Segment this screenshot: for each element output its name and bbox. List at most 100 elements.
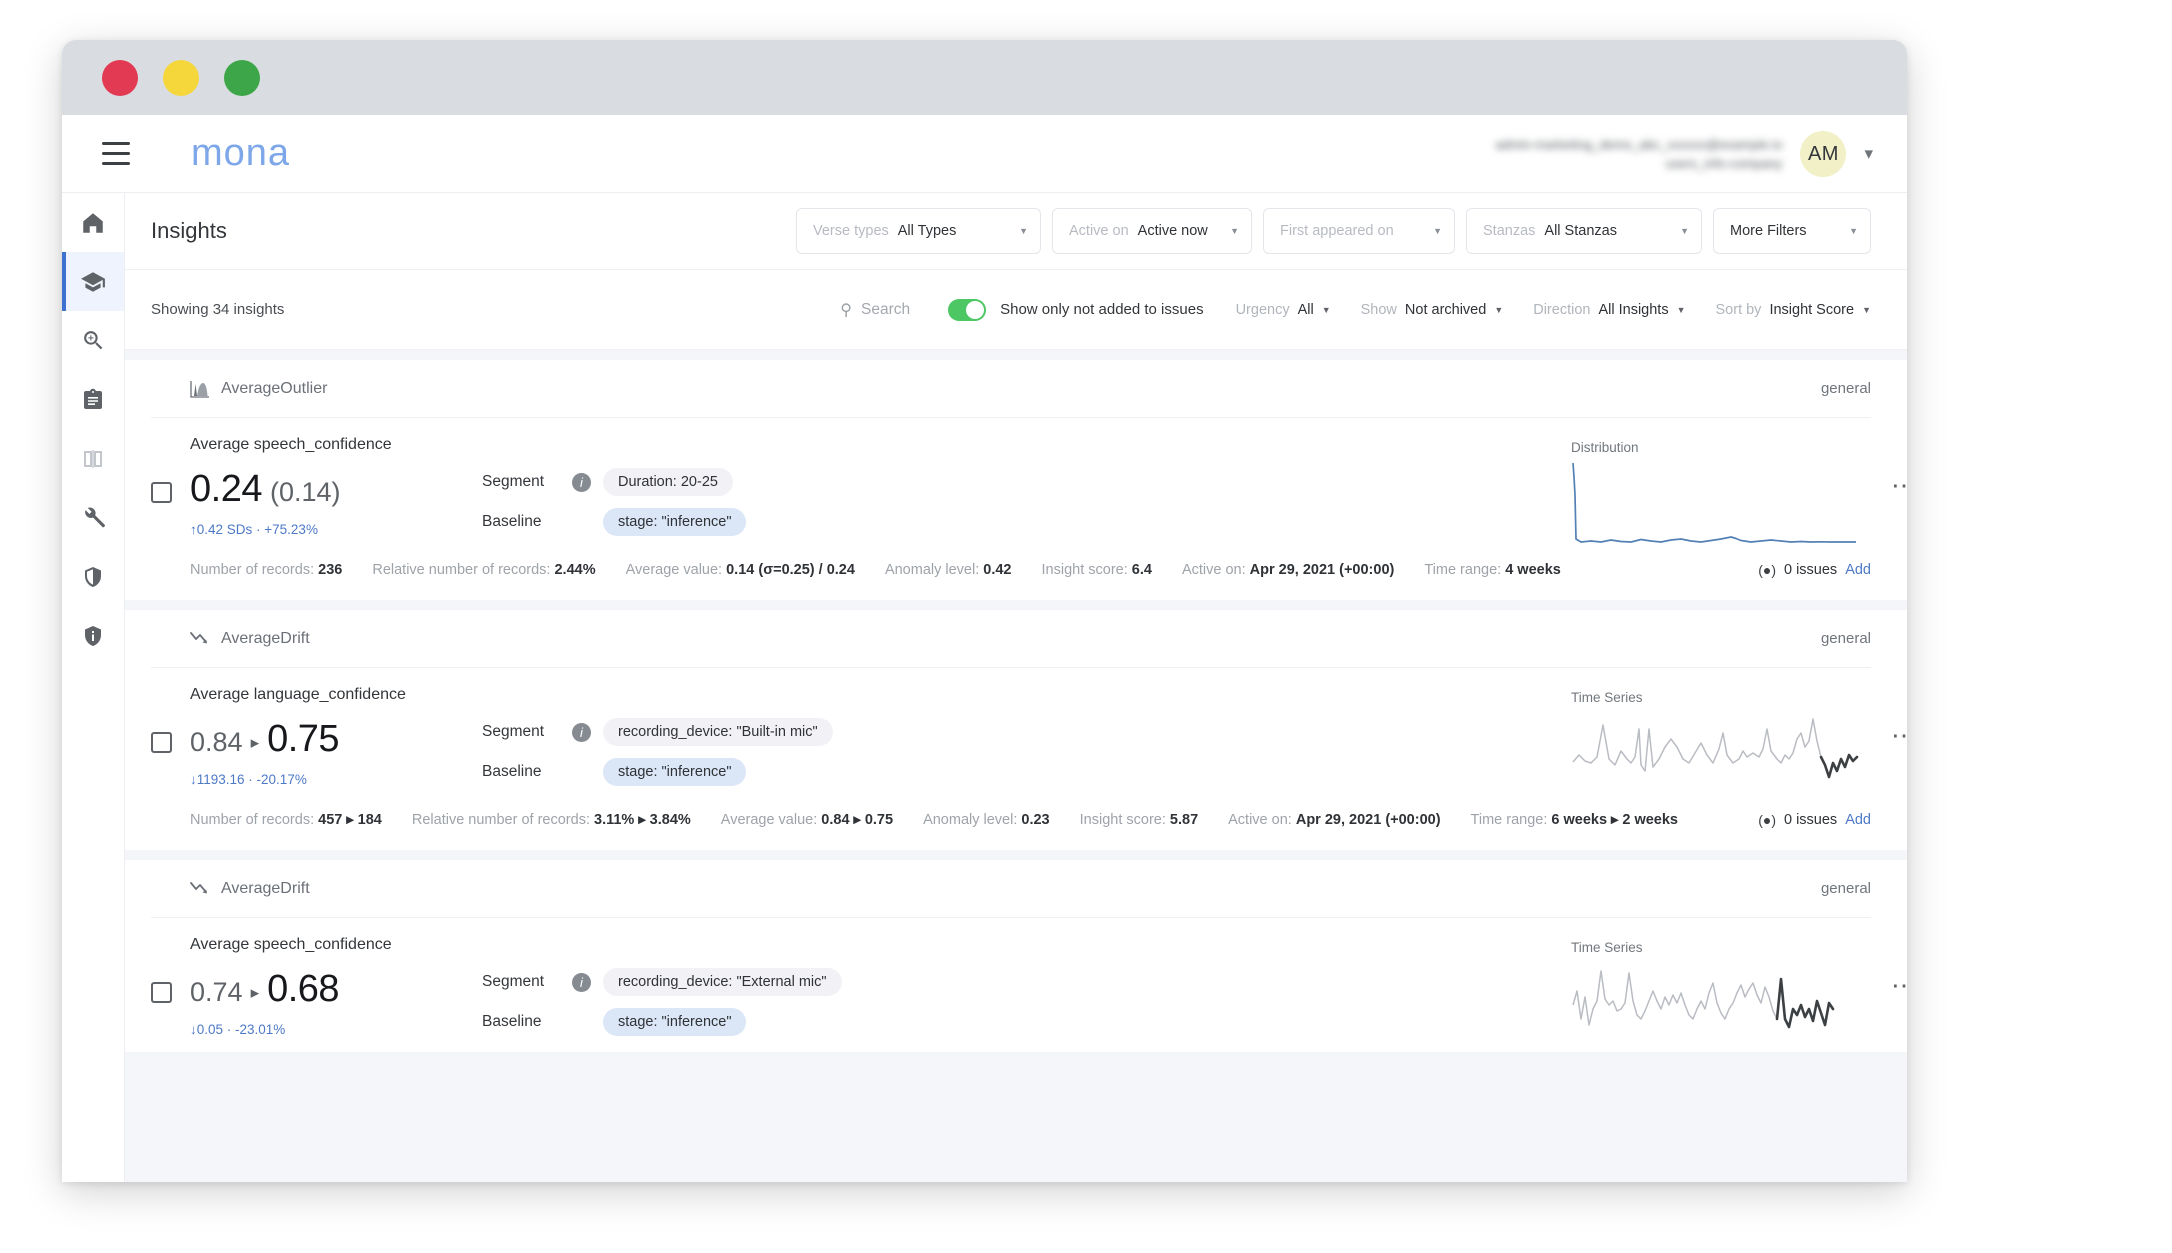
more-options-icon[interactable]: ⋯ [1891, 722, 1907, 748]
user-account-name-line2: users_info-company [1665, 156, 1783, 171]
insight-type: AverageDrift [190, 630, 310, 648]
baseline-label: Baseline [482, 763, 542, 780]
insight-select-checkbox[interactable] [151, 982, 172, 1003]
toggle-switch[interactable] [948, 298, 987, 321]
insight-value-primary: 0.68 [267, 968, 340, 1010]
avatar[interactable]: AM [1800, 131, 1847, 177]
maximize-window-button[interactable] [224, 59, 260, 96]
app-header: mona admin-marketing_demo_abc_xxxxxx@exa… [62, 115, 1907, 193]
insight-chart[interactable]: Time Series ⋯ [1571, 936, 1907, 1037]
insight-delta-text: 0.42 SDs · +75.23% [196, 522, 318, 537]
insight-select-checkbox[interactable] [151, 732, 172, 753]
sidebar-item-about[interactable] [62, 606, 124, 665]
info-icon[interactable]: i [572, 472, 591, 492]
segment-chip[interactable]: recording_device: "External mic" [603, 968, 842, 996]
stat-insight-score: Insight score: 6.4 [1041, 562, 1152, 578]
filter-active-on[interactable]: Active on Active now ▼ [1052, 208, 1252, 254]
insight-card-header: AverageDrift general [151, 610, 1871, 668]
stat-time-range: Time range: 4 weeks [1424, 562, 1561, 578]
wrench-icon [84, 507, 105, 528]
insight-metric-title: Average speech_confidence [190, 436, 392, 453]
issue-dot-icon: (●) [1758, 812, 1776, 828]
minimize-window-button[interactable] [163, 59, 199, 96]
compare-icon [84, 449, 102, 468]
insight-segment-row: Segment i recording_device: "Built-in mi… [482, 718, 833, 746]
urgency-label: Urgency [1235, 301, 1290, 318]
filter-first-appeared-on[interactable]: First appeared on ▼ [1263, 208, 1455, 254]
insight-select-checkbox[interactable] [151, 482, 172, 503]
list-spacer [125, 600, 1907, 610]
direction-select[interactable]: Direction All Insights ▼ [1533, 302, 1685, 318]
insight-card[interactable]: AverageOutlier general Average speech_co… [125, 360, 1907, 600]
window-right-fill [1907, 48, 2162, 1182]
filter-verse-types-label: Verse types [813, 223, 889, 239]
insight-segment-row: Segment i Duration: 20-25 [482, 468, 802, 496]
filter-stanzas[interactable]: Stanzas All Stanzas ▼ [1466, 208, 1702, 254]
sidebar-item-home[interactable] [62, 193, 124, 252]
stat-relative-number-of-records: Relative number of records: 2.44% [372, 562, 596, 578]
insight-metric-values: 0.74 ▸ 0.68 [190, 968, 482, 1011]
info-icon[interactable]: i [572, 722, 591, 742]
app-body: Insights Verse types All Types ▼ Active … [62, 193, 1907, 1182]
filter-stanzas-label: Stanzas [1483, 223, 1536, 239]
segment-chip[interactable]: recording_device: "Built-in mic" [603, 718, 833, 746]
insight-card[interactable]: AverageDrift general Average language_co… [125, 610, 1907, 850]
insight-baseline-row: Baseline stage: "inference" [482, 758, 802, 786]
insight-metric-values: 0.84 ▸ 0.75 [190, 718, 482, 761]
sidebar-item-investigation[interactable] [62, 311, 124, 370]
segment-label: Segment [482, 973, 545, 990]
sidebar-item-security[interactable] [62, 547, 124, 606]
baseline-chip[interactable]: stage: "inference" [603, 758, 747, 786]
trend-down-icon [190, 881, 207, 893]
show-select[interactable]: Show Not archived ▼ [1361, 302, 1504, 318]
hamburger-menu-icon[interactable] [87, 125, 145, 183]
insight-chart[interactable]: Distribution ⋯ [1571, 436, 1907, 547]
sidebar-item-reports[interactable] [62, 370, 124, 429]
insight-value-previous: 0.84 [190, 727, 243, 757]
filter-verse-types[interactable]: Verse types All Types ▼ [796, 208, 1041, 254]
more-options-icon[interactable]: ⋯ [1891, 972, 1907, 998]
add-to-issue-link[interactable]: Add [1845, 562, 1871, 578]
arrow-right-icon: ▸ [250, 733, 260, 752]
more-options-icon[interactable]: ⋯ [1891, 472, 1907, 498]
show-only-not-added-toggle[interactable]: Show only not added to issues [948, 298, 1204, 321]
sidebar-rail [62, 193, 125, 1182]
info-icon[interactable]: i [572, 972, 591, 992]
sidebar-item-insights[interactable] [62, 252, 124, 311]
urgency-select[interactable]: Urgency All ▼ [1236, 302, 1331, 318]
issue-dot-icon: (●) [1758, 562, 1776, 578]
search-placeholder: Search [860, 300, 911, 318]
clipboard-icon [84, 388, 102, 409]
show-label: Show [1360, 301, 1397, 318]
baseline-chip[interactable]: stage: "inference" [603, 1008, 747, 1036]
insight-segment-block: Segment i recording_device: "Built-in mi… [482, 718, 833, 798]
insight-chart-caption: Distribution [1571, 440, 1639, 455]
insight-chart[interactable]: Time Series ⋯ [1571, 686, 1907, 785]
insights-list[interactable]: AverageOutlier general Average speech_co… [125, 350, 1907, 1182]
histogram-icon [190, 380, 209, 398]
user-account-area[interactable]: admin-marketing_demo_abc_xxxxxx@example.… [1495, 115, 1877, 193]
sort-by-select[interactable]: Sort by Insight Score ▼ [1716, 302, 1872, 318]
sidebar-item-configuration[interactable] [62, 488, 124, 547]
insight-tag: general [1820, 380, 1871, 397]
chevron-down-icon[interactable]: ▾ [1864, 144, 1873, 164]
insight-card[interactable]: AverageDrift general Average speech_conf… [125, 860, 1907, 1052]
insight-metric-values: 0.24 (0.14) [190, 468, 482, 511]
insight-value-primary: 0.24 [190, 468, 262, 510]
window-titlebar [62, 40, 1907, 115]
sidebar-item-compare[interactable] [62, 429, 124, 488]
close-window-button[interactable] [102, 59, 138, 96]
insight-stats-row: Number of records: 236 Relative number o… [151, 552, 1871, 600]
stat-active-on: Active on: Apr 29, 2021 (+00:00) [1181, 562, 1395, 578]
segment-chip[interactable]: Duration: 20-25 [603, 468, 733, 496]
insight-delta: ↓1193.16 · -20.17% [190, 772, 482, 787]
filter-more-filters[interactable]: More Filters ▼ [1713, 208, 1871, 254]
filter-active-on-value: Active now [1137, 223, 1208, 239]
insight-delta-arrow: ↓ [190, 772, 197, 787]
filter-active-on-label: Active on [1069, 223, 1129, 239]
baseline-chip[interactable]: stage: "inference" [603, 508, 747, 536]
search-input[interactable]: ⚲ Search [840, 300, 910, 320]
add-to-issue-link[interactable]: Add [1845, 812, 1871, 828]
showing-count: Showing 34 insights [151, 301, 285, 318]
toggle-label: Show only not added to issues [1000, 301, 1204, 318]
